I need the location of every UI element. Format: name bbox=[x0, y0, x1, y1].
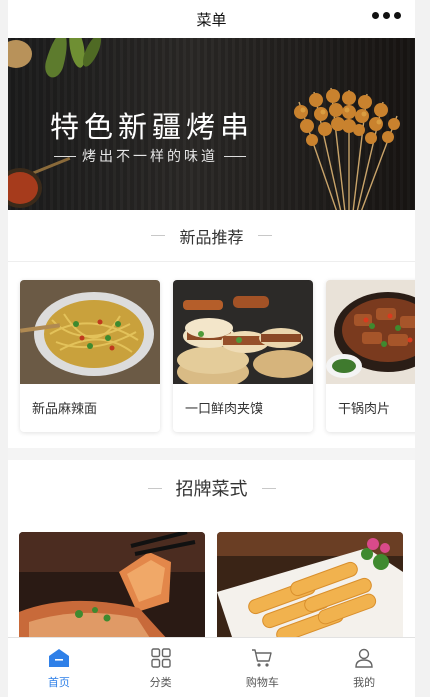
new-products-list: 新品麻辣面 一口鲜肉夹馍 干锅肉片 bbox=[8, 262, 415, 448]
dish-image bbox=[19, 532, 205, 652]
dish-image bbox=[217, 532, 403, 652]
product-card[interactable]: 干锅肉片 bbox=[326, 280, 415, 432]
tab-label: 我的 bbox=[353, 676, 376, 689]
tab-category[interactable]: 分类 bbox=[110, 638, 212, 697]
product-image bbox=[326, 280, 415, 384]
title-bar: 菜单 bbox=[8, 0, 415, 38]
user-icon bbox=[355, 648, 373, 668]
app-screen: 菜单 特色新疆烤串 烤出不一样的味道 新品推荐 新品麻辣面 一口鲜肉夹馍 干锅肉… bbox=[8, 0, 415, 697]
product-name: 干锅肉片 bbox=[338, 402, 391, 417]
grid-icon bbox=[150, 648, 171, 668]
more-dots-icon[interactable] bbox=[372, 12, 401, 19]
page-title: 菜单 bbox=[196, 10, 227, 29]
product-card[interactable]: 一口鲜肉夹馍 bbox=[173, 280, 313, 432]
signature-dishes-header: 招牌菜式 bbox=[8, 460, 415, 516]
tab-label: 分类 bbox=[149, 676, 172, 689]
tab-cart[interactable]: 购物车 bbox=[212, 638, 314, 697]
tab-label: 首页 bbox=[47, 676, 70, 689]
dish-card[interactable] bbox=[217, 532, 403, 652]
kebab-skewers-image bbox=[294, 87, 400, 210]
section-title: 招牌菜式 bbox=[175, 479, 248, 500]
product-name: 一口鲜肉夹馍 bbox=[185, 402, 264, 417]
tab-home[interactable]: 首页 bbox=[8, 638, 110, 697]
tab-profile[interactable]: 我的 bbox=[313, 638, 415, 697]
home-icon bbox=[48, 649, 69, 667]
dish-card[interactable] bbox=[19, 532, 205, 652]
banner-headline: 特色新疆烤串 bbox=[50, 110, 255, 144]
promo-banner[interactable]: 特色新疆烤串 烤出不一样的味道 bbox=[8, 38, 415, 210]
product-name: 新品麻辣面 bbox=[32, 402, 98, 417]
cart-icon bbox=[252, 649, 273, 667]
banner-subline: 烤出不一样的味道 bbox=[54, 146, 246, 166]
bottom-tab-bar: 首页 分类 购物车 我的 bbox=[8, 637, 415, 697]
product-image bbox=[20, 280, 160, 384]
section-title: 新品推荐 bbox=[179, 227, 244, 247]
tab-label: 购物车 bbox=[245, 676, 279, 689]
product-image bbox=[173, 280, 313, 384]
product-card[interactable]: 新品麻辣面 bbox=[20, 280, 160, 432]
new-products-header: 新品推荐 bbox=[8, 210, 415, 262]
signature-dishes-list bbox=[8, 516, 415, 652]
